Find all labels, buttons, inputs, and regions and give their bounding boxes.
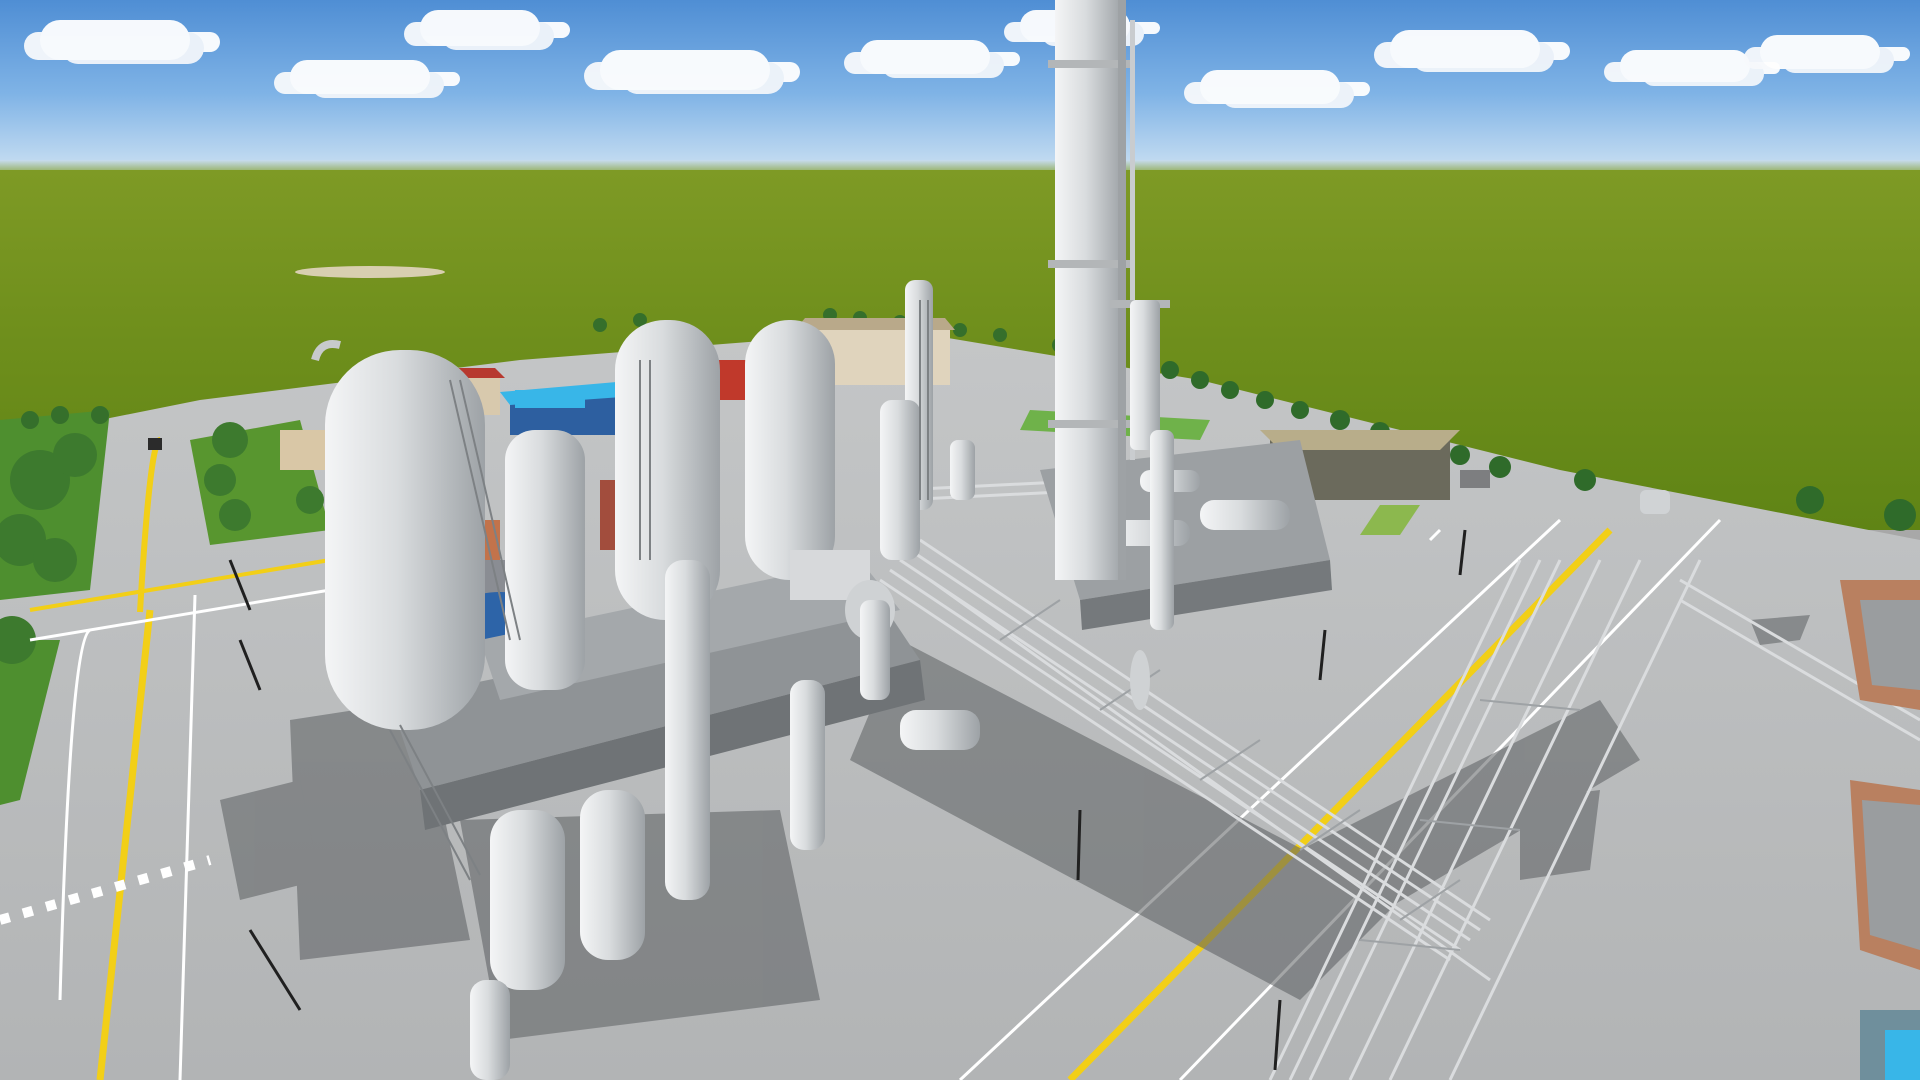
refinery-scene (0, 0, 1920, 1080)
plant-render (0, 0, 1920, 1080)
sand-patch (295, 266, 445, 278)
